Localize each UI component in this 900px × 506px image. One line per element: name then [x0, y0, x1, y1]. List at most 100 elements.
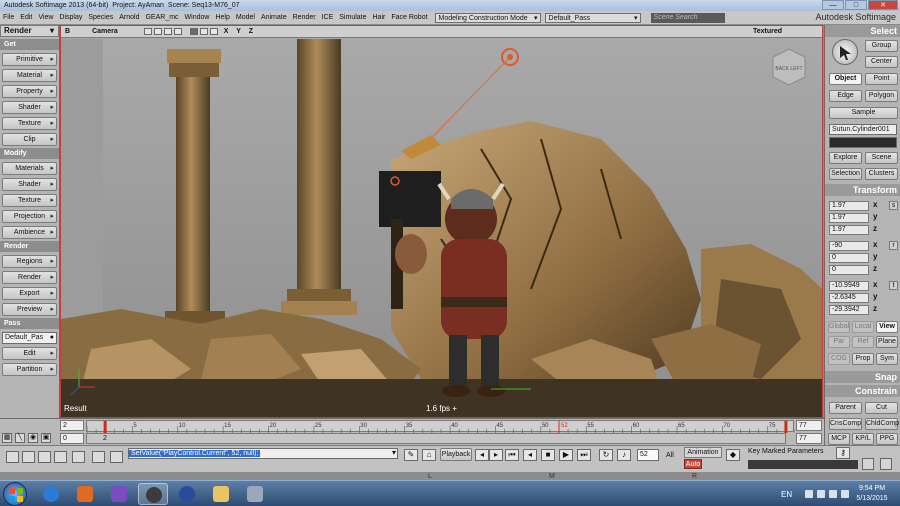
group-button[interactable]: Group — [865, 40, 898, 52]
menu-ice[interactable]: ICE — [319, 14, 337, 21]
record-icon[interactable]: ⌂ — [422, 449, 436, 461]
range-start-field[interactable]: 0 — [60, 433, 84, 444]
view-button[interactable]: View — [876, 321, 898, 333]
clip-button[interactable]: Clip — [2, 133, 57, 146]
preview-button[interactable]: Preview — [2, 303, 57, 316]
menu-simulate[interactable]: Simulate — [336, 14, 369, 21]
menu-model[interactable]: Model — [233, 14, 258, 21]
script-editor-icon[interactable]: ✎ — [404, 449, 418, 461]
constrain-title[interactable]: Constrain — [825, 385, 900, 397]
layout-icon[interactable] — [110, 451, 123, 463]
primitive-button[interactable]: Primitive — [2, 53, 57, 66]
menu-window[interactable]: Window — [182, 14, 213, 21]
timeline-tool-icon[interactable]: ╲ — [15, 433, 25, 443]
translate-tool-icon[interactable]: t — [889, 281, 898, 290]
taskbar-app-icon[interactable] — [172, 483, 202, 505]
translate-x-field[interactable]: -10.9949 — [829, 281, 869, 291]
range-slider[interactable]: 2 — [86, 433, 786, 444]
rotate-x-field[interactable]: -90 — [829, 241, 869, 251]
materials-button[interactable]: Materials — [2, 162, 57, 175]
stop-icon[interactable]: ■ — [541, 449, 555, 461]
key-tool-icon[interactable]: ⚷ — [836, 447, 850, 459]
system-clock[interactable]: 9:54 PM 5/13/2015 — [850, 484, 894, 504]
regions-button[interactable]: Regions — [2, 255, 57, 268]
explore-button[interactable]: Explore — [829, 152, 862, 164]
menu-gear-mc[interactable]: GEAR_mc — [142, 14, 181, 21]
status-icon[interactable] — [880, 458, 892, 470]
viewport-toggle-icon[interactable] — [163, 28, 172, 35]
cut-button[interactable]: Cut — [865, 402, 898, 414]
command-text[interactable]: SetValue("PlayControl.Current", 52, null… — [129, 450, 261, 457]
local-button[interactable]: Local — [852, 321, 874, 333]
key-icon[interactable]: ◆ — [726, 449, 740, 461]
timeline-tool-icon[interactable]: ▦ — [2, 433, 12, 443]
viewport-toggle-icon[interactable] — [153, 28, 162, 35]
command-line[interactable]: SetValue("PlayControl.Current", 52, null… — [128, 448, 398, 459]
select-tool-icon[interactable] — [832, 39, 858, 65]
close-button[interactable]: ✕ — [868, 0, 898, 10]
maximize-button[interactable]: □ — [845, 0, 867, 10]
scale-y-field[interactable]: 1.97 — [829, 213, 869, 223]
taskbar-ie-icon[interactable] — [36, 483, 66, 505]
menu-display[interactable]: Display — [56, 14, 85, 21]
all-toggle[interactable]: All — [666, 452, 674, 459]
taskbar-media-icon[interactable] — [70, 483, 100, 505]
layout-icon[interactable] — [38, 451, 51, 463]
translate-z-field[interactable]: -29.3942 — [829, 305, 869, 315]
ref-button[interactable]: Ref — [852, 336, 874, 348]
scene-search-input[interactable]: Scene Search — [650, 12, 725, 23]
scale-x-field[interactable]: 1.97 — [829, 201, 869, 211]
rotate-y-field[interactable]: 0 — [829, 253, 869, 263]
edge-button[interactable]: Edge — [829, 90, 862, 102]
last-key-icon[interactable]: ▸ — [489, 449, 503, 461]
viewport-render[interactable]: BACK LEFT Result 1.6 fps + — [61, 39, 822, 417]
autokey-button[interactable]: Auto — [684, 459, 702, 469]
key-marked-parameters-button[interactable]: Key Marked Parameters — [748, 447, 836, 458]
rotate-z-field[interactable]: 0 — [829, 265, 869, 275]
layout-icon[interactable] — [22, 451, 35, 463]
object-button[interactable]: Object — [829, 73, 862, 85]
menu-animate[interactable]: Animate — [258, 14, 290, 21]
scale-z-field[interactable]: 1.97 — [829, 225, 869, 235]
parent-button[interactable]: Parent — [829, 402, 862, 414]
chldcomp-button[interactable]: ChldComp — [865, 418, 899, 430]
menu-edit[interactable]: Edit — [17, 14, 35, 21]
camera-icon[interactable] — [189, 28, 198, 35]
render-button[interactable]: Render — [2, 271, 57, 284]
timeline-tool-icon[interactable]: ▣ — [41, 433, 51, 443]
last-frame-icon[interactable]: ⏭ — [577, 449, 591, 461]
projection-button[interactable]: Projection — [2, 210, 57, 223]
cog-button[interactable]: COG — [828, 353, 850, 365]
memo-icon[interactable] — [209, 28, 218, 35]
export-button[interactable]: Export — [2, 287, 57, 300]
axis-toggles[interactable]: X Y Z — [224, 28, 256, 35]
prop-button[interactable]: Prop — [852, 353, 874, 365]
menu-species[interactable]: Species — [85, 14, 116, 21]
volume-icon[interactable] — [841, 490, 849, 498]
audio-icon[interactable]: ♪ — [617, 449, 631, 461]
rotate-tool-icon[interactable]: r — [889, 241, 898, 250]
kpl-button[interactable]: KP/L — [852, 433, 874, 445]
pass-dropdown[interactable]: Default_Pass — [544, 12, 641, 23]
layout-icon[interactable] — [72, 451, 85, 463]
viewport-letter[interactable]: B — [65, 28, 70, 35]
menu-face-robot[interactable]: Face Robot — [388, 14, 430, 21]
minimize-button[interactable]: — — [822, 0, 844, 10]
animation-menu[interactable]: Animation — [684, 447, 722, 458]
modify-shader-button[interactable]: Shader — [2, 178, 57, 191]
par-button[interactable]: Par — [828, 336, 850, 348]
eye-icon[interactable] — [199, 28, 208, 35]
language-indicator[interactable]: EN — [781, 490, 792, 499]
viewport-toggle-icon[interactable] — [143, 28, 152, 35]
viewport-toggle-icon[interactable] — [173, 28, 182, 35]
status-icon[interactable] — [862, 458, 874, 470]
shading-menu[interactable]: Textured — [753, 28, 782, 35]
construction-mode-dropdown[interactable]: Modeling Construction Mode — [434, 12, 541, 23]
edit-button[interactable]: Edit — [2, 347, 57, 360]
point-button[interactable]: Point — [865, 73, 898, 85]
mcp-button[interactable]: MCP — [828, 433, 850, 445]
shader-button[interactable]: Shader — [2, 101, 57, 114]
timeline-tool-icon[interactable]: ◉ — [28, 433, 38, 443]
menu-hair[interactable]: Hair — [370, 14, 389, 21]
timeline-start-field[interactable]: 2 — [60, 420, 84, 431]
